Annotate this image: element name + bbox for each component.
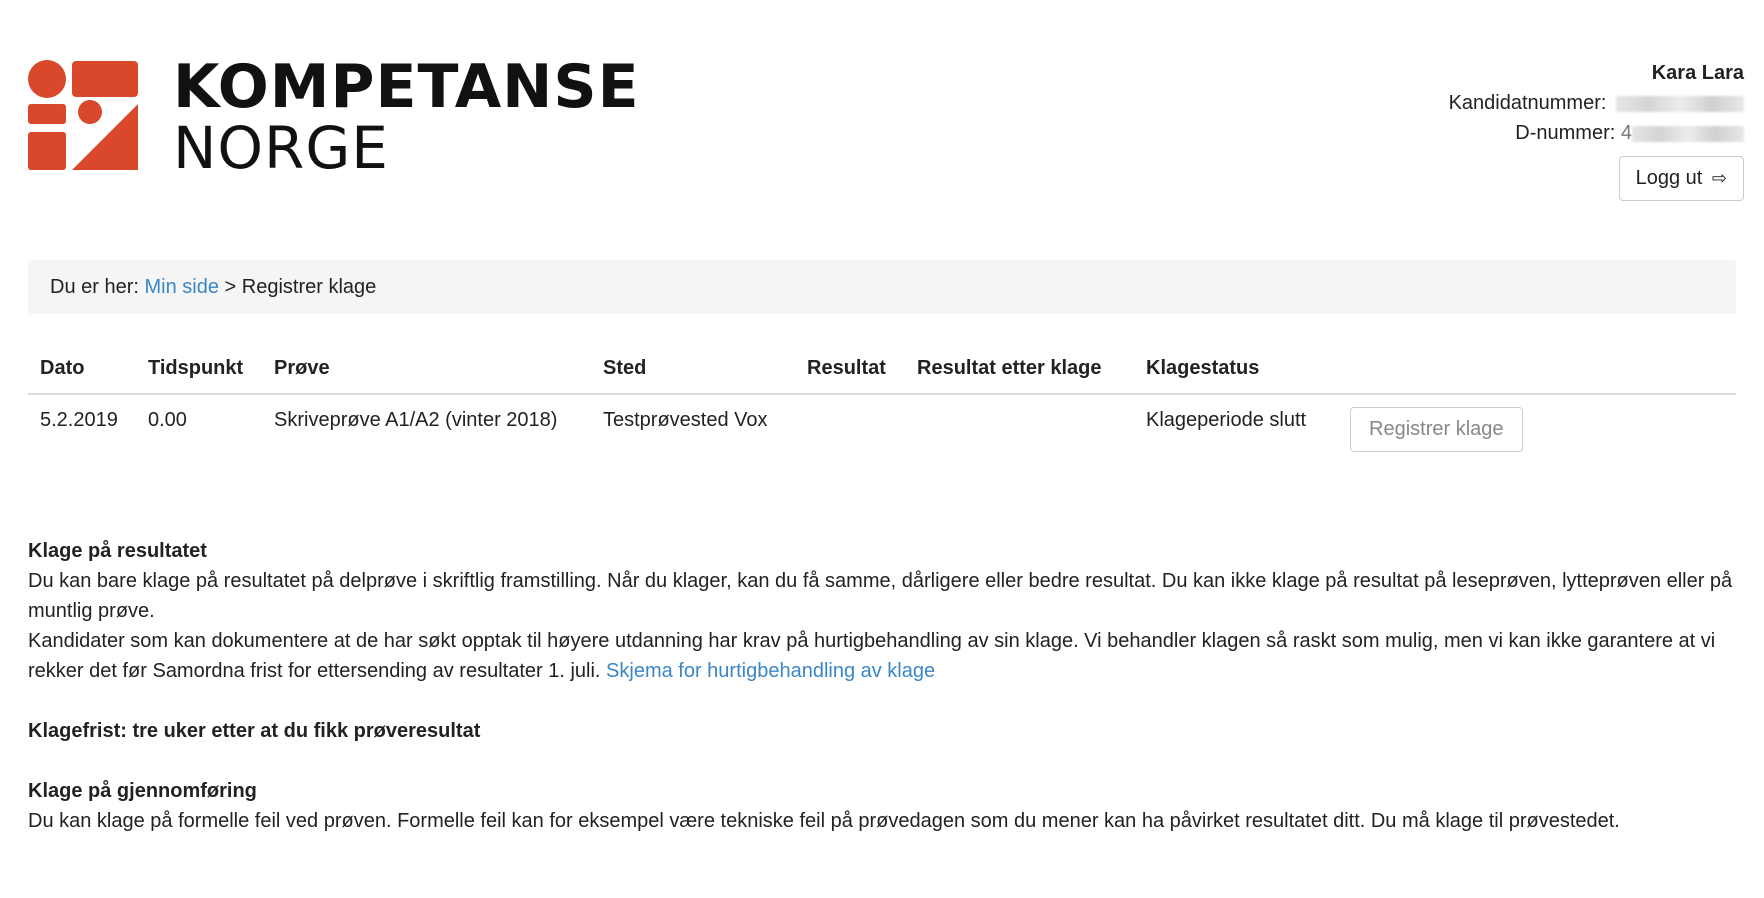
column-header-resultat-etter-klage: Resultat etter klage bbox=[905, 345, 1134, 395]
breadcrumb-link-min-side[interactable]: Min side bbox=[145, 276, 219, 298]
hurtigbehandling-form-link[interactable]: Skjema for hurtigbehandling av klage bbox=[606, 660, 935, 682]
results-table: Dato Tidspunkt Prøve Sted Resultat Resul… bbox=[28, 345, 1736, 466]
section-title-klage-gjennomforing: Klage på gjennomføring bbox=[28, 780, 257, 802]
logout-button[interactable]: Logg ut ⇨ bbox=[1618, 156, 1744, 201]
cell-dato: 5.2.2019 bbox=[40, 409, 118, 431]
kompetanse-norge-logo-icon bbox=[28, 60, 138, 170]
column-header-tidspunkt: Tidspunkt bbox=[136, 345, 262, 395]
cell-tidspunkt: 0.00 bbox=[148, 409, 187, 431]
column-header-prove: Prøve bbox=[262, 345, 591, 395]
breadcrumb: Du er her: Min side > Registrer klage bbox=[28, 260, 1736, 314]
register-complaint-button[interactable]: Registrer klage bbox=[1350, 407, 1523, 452]
dnummer-row: D-nummer: 4 bbox=[1449, 118, 1744, 148]
cell-action: Registrer klage bbox=[1338, 394, 1736, 466]
complaint-info: Klage på resultatet Du kan bare klage på… bbox=[28, 536, 1740, 836]
cell-resultat bbox=[795, 394, 905, 466]
kandidatnummer-value-redacted bbox=[1616, 95, 1744, 112]
dnummer-visible-prefix: 4 bbox=[1620, 122, 1632, 144]
breadcrumb-current: Registrer klage bbox=[241, 276, 377, 298]
section2-paragraph1: Du kan klage på formelle feil ved prøven… bbox=[28, 810, 1620, 832]
section1-paragraph2: Kandidater som kan dokumentere at de har… bbox=[28, 626, 1740, 686]
cell-resultat-etter-klage bbox=[905, 394, 1134, 466]
sign-out-icon: ⇨ bbox=[1711, 168, 1727, 188]
column-header-klagestatus: Klagestatus bbox=[1134, 345, 1338, 395]
kandidatnummer-row: Kandidatnummer: bbox=[1449, 88, 1744, 118]
section1-paragraph1: Du kan bare klage på resultatet på delpr… bbox=[28, 570, 1733, 622]
table-row: 5.2.2019 0.00 Skriveprøve A1/A2 (vinter … bbox=[28, 394, 1736, 466]
logout-label: Logg ut bbox=[1635, 167, 1703, 189]
breadcrumb-prefix: Du er her: bbox=[50, 276, 139, 298]
user-info: Kara Lara Kandidatnummer: D-nummer: 4 Lo… bbox=[1449, 58, 1744, 201]
dnummer-label: D-nummer: bbox=[1515, 122, 1616, 144]
column-header-dato: Dato bbox=[28, 345, 136, 395]
deadline-text: Klagefrist: tre uker etter at du fikk pr… bbox=[28, 720, 481, 742]
column-header-resultat: Resultat bbox=[795, 345, 905, 395]
brand-logo[interactable]: KOMPETANSE NORGE bbox=[28, 57, 639, 177]
section-title-klage-resultat: Klage på resultatet bbox=[28, 540, 207, 562]
table-header-row: Dato Tidspunkt Prøve Sted Resultat Resul… bbox=[28, 345, 1736, 395]
column-header-action bbox=[1338, 345, 1736, 395]
cell-klagestatus: Klageperiode slutt bbox=[1146, 409, 1307, 431]
dnummer-value-redacted bbox=[1632, 125, 1744, 142]
brand-line1: KOMPETANSE bbox=[173, 52, 640, 122]
brand-line2: NORGE bbox=[173, 114, 389, 182]
brand-wordmark: KOMPETANSE NORGE bbox=[173, 57, 640, 177]
user-name: Kara Lara bbox=[1651, 62, 1744, 84]
breadcrumb-separator: > bbox=[224, 276, 237, 298]
column-header-sted: Sted bbox=[591, 345, 795, 395]
kandidatnummer-label: Kandidatnummer: bbox=[1448, 92, 1607, 114]
cell-prove: Skriveprøve A1/A2 (vinter 2018) bbox=[274, 409, 558, 431]
cell-sted: Testprøvested Vox bbox=[603, 409, 768, 431]
